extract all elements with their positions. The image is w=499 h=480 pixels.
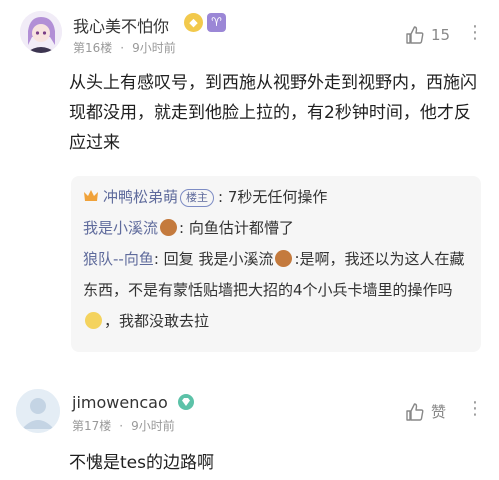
like-button[interactable]: 赞 xyxy=(405,401,446,422)
aries-icon: ♈ xyxy=(207,13,226,32)
thumbs-up-icon xyxy=(406,402,424,421)
reply-text: 向鱼估计都懵了 xyxy=(188,219,294,237)
reply-text: 7秒无任何操作 xyxy=(227,188,328,206)
more-options-icon[interactable]: ⋮ xyxy=(466,22,484,43)
reply-word: 回复 xyxy=(163,250,194,268)
comment-meta: 第17楼 · 9小时前 xyxy=(72,419,175,433)
reply-author[interactable]: 冲鸭松弟萌 xyxy=(103,188,178,206)
timestamp: 9小时前 xyxy=(131,419,175,433)
username[interactable]: 我心美不怕你 xyxy=(73,13,169,37)
comment-body: 从头上有感叹号，到西施从视野外走到视野内，西施闪现都没用，就走到他脸上拉的，有2… xyxy=(69,73,477,153)
avatar[interactable] xyxy=(20,11,62,53)
reply-author[interactable]: 我是小溪流 xyxy=(83,219,158,237)
timestamp: 9小时前 xyxy=(132,41,176,55)
thread-owner-badge: 楼主 xyxy=(180,189,215,207)
more-options-icon[interactable]: ⋮ xyxy=(466,398,484,419)
user-badges: ◆ ♈ xyxy=(184,13,226,32)
reply-text: ，我都没敢去拉 xyxy=(104,312,210,330)
reply-target[interactable]: 我是小溪流 xyxy=(198,250,273,268)
floor-number: 第16楼 xyxy=(73,41,113,55)
reply-thread: 冲鸭松弟萌 楼主: 7秒无任何操作 我是小溪流: 向鱼估计都懵了 狼队--向鱼: … xyxy=(71,176,481,352)
comment-floor-17: jimowencao 第17楼 · 9小时前 赞 ⋮ 不愧是tes的边路啊 xyxy=(0,378,499,480)
comment-body: 不愧是tes的边路啊 xyxy=(69,453,214,473)
reply-item[interactable]: 我是小溪流: 向鱼估计都懵了 xyxy=(83,213,469,244)
like-count: 15 xyxy=(431,26,451,44)
diamond-icon xyxy=(178,394,194,410)
like-label: 赞 xyxy=(431,403,447,421)
reply-author[interactable]: 狼队--向鱼 xyxy=(83,250,154,268)
reply-item[interactable]: 冲鸭松弟萌 楼主: 7秒无任何操作 xyxy=(83,182,469,213)
crown-icon xyxy=(84,190,98,201)
username[interactable]: jimowencao xyxy=(72,393,168,412)
reply-item[interactable]: 狼队--向鱼: 回复 我是小溪流:是啊，我还以为这人在藏东西，不是有蒙恬贴墙把大… xyxy=(83,244,469,337)
vip-icon: ◆ xyxy=(184,13,203,32)
like-button[interactable]: 15 xyxy=(405,25,450,45)
comment-floor-16: 我心美不怕你 ◆ ♈ 第16楼 · 9小时前 15 ⋮ 从头上有感叹号，到西施从视野… xyxy=(0,0,499,366)
see-no-evil-monkey-icon xyxy=(275,250,293,267)
avatar[interactable] xyxy=(16,389,60,433)
comment-meta: 第16楼 · 9小时前 xyxy=(73,41,176,55)
see-no-evil-monkey-icon xyxy=(160,219,178,236)
floor-number: 第17楼 xyxy=(72,419,112,433)
thumbs-up-icon xyxy=(406,26,424,44)
nervous-face-icon xyxy=(85,312,102,329)
